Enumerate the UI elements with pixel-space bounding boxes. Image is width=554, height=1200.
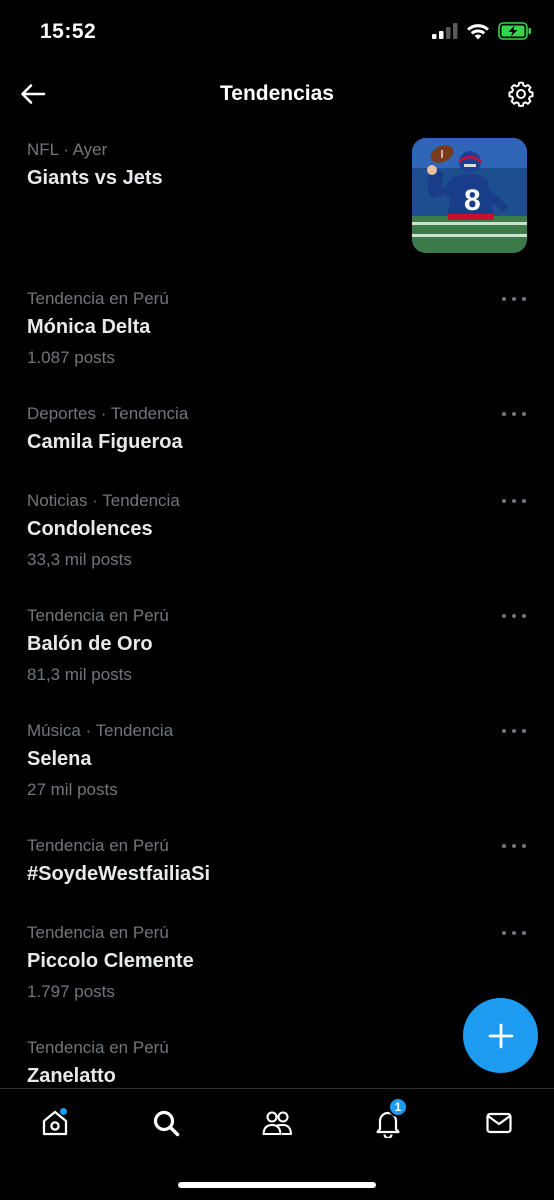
- more-options-icon[interactable]: [502, 293, 526, 305]
- trend-title: Selena: [27, 748, 92, 770]
- trends-list: NFL · Ayer Giants vs Jets 8 Tendencia en…: [0, 122, 554, 1088]
- trend-context: Tendencia en Perú: [27, 606, 169, 625]
- more-options-icon[interactable]: [502, 408, 526, 420]
- trend-item[interactable]: Deportes · Tendencia Camila Figueroa: [0, 387, 554, 474]
- battery-charging-icon: [498, 22, 531, 40]
- trend-context: Tendencia en Perú: [27, 836, 169, 855]
- people-icon: [262, 1111, 293, 1136]
- top-app-bar: Tendencias: [0, 66, 554, 122]
- more-options-icon[interactable]: [502, 725, 526, 737]
- trend-context: Música · Tendencia: [27, 721, 174, 740]
- trend-post-count: 81,3 mil posts: [27, 665, 132, 684]
- trend-title: Balón de Oro: [27, 633, 153, 655]
- tab-search[interactable]: [146, 1107, 186, 1139]
- tab-communities[interactable]: [257, 1107, 297, 1139]
- settings-button[interactable]: [504, 78, 538, 110]
- trend-context: Tendencia en Perú: [27, 923, 169, 942]
- trend-item[interactable]: Música · Tendencia Selena 27 mil posts: [0, 704, 554, 819]
- svg-text:8: 8: [464, 184, 481, 217]
- compose-button[interactable]: [463, 998, 538, 1073]
- trend-title: Camila Figueroa: [27, 431, 183, 453]
- trend-title: Giants vs Jets: [27, 167, 163, 189]
- trend-context: Tendencia en Perú: [27, 1038, 169, 1057]
- trend-title: Piccolo Clemente: [27, 950, 194, 972]
- trend-context: Tendencia en Perú: [27, 289, 169, 308]
- page-title: Tendencias: [220, 82, 334, 105]
- cellular-signal-icon: [432, 23, 458, 39]
- more-options-icon[interactable]: [502, 927, 526, 939]
- status-bar: 15:52: [0, 0, 554, 66]
- status-time: 15:52: [40, 20, 97, 43]
- trend-item[interactable]: Tendencia en Perú Mónica Delta 1.087 pos…: [0, 272, 554, 387]
- trend-item[interactable]: Tendencia en Perú #SoydeWestfailiaSi: [0, 819, 554, 906]
- trend-context: NFL · Ayer: [27, 140, 108, 159]
- football-player-image: 8: [412, 138, 527, 253]
- wifi-icon: [467, 23, 489, 39]
- more-options-icon[interactable]: [502, 840, 526, 852]
- plus-icon: [488, 1023, 513, 1048]
- trend-item[interactable]: Noticias · Tendencia Condolences 33,3 mi…: [0, 474, 554, 589]
- tab-notifications[interactable]: 1: [368, 1097, 408, 1139]
- home-indicator[interactable]: [178, 1182, 376, 1188]
- tab-home[interactable]: [35, 1107, 75, 1139]
- trend-title: #SoydeWestfailiaSi: [27, 863, 211, 885]
- trend-title: Mónica Delta: [27, 316, 151, 338]
- trend-post-count: 1.087 posts: [27, 348, 115, 367]
- more-options-icon[interactable]: [502, 495, 526, 507]
- trend-item[interactable]: NFL · Ayer Giants vs Jets 8: [0, 122, 554, 272]
- trend-thumbnail[interactable]: 8: [412, 138, 527, 253]
- trend-title: Condolences: [27, 518, 153, 540]
- trend-post-count: 27 mil posts: [27, 780, 118, 799]
- trend-item[interactable]: Tendencia en Perú Piccolo Clemente 1.797…: [0, 906, 554, 1021]
- new-content-dot: [59, 1107, 68, 1116]
- trend-context: Deportes · Tendencia: [27, 404, 189, 423]
- more-options-icon[interactable]: [502, 610, 526, 622]
- gear-icon: [508, 81, 534, 107]
- trend-post-count: 33,3 mil posts: [27, 550, 132, 569]
- trend-context: Noticias · Tendencia: [27, 491, 180, 510]
- mail-icon: [486, 1112, 512, 1134]
- status-icons: [432, 22, 532, 40]
- search-icon: [153, 1110, 180, 1137]
- notification-badge: 1: [388, 1097, 408, 1117]
- trend-post-count: 1.797 posts: [27, 982, 115, 1001]
- tab-messages[interactable]: [479, 1107, 519, 1139]
- trend-title: Zanelatto: [27, 1065, 116, 1087]
- trend-item[interactable]: Tendencia en Perú Balón de Oro 81,3 mil …: [0, 589, 554, 704]
